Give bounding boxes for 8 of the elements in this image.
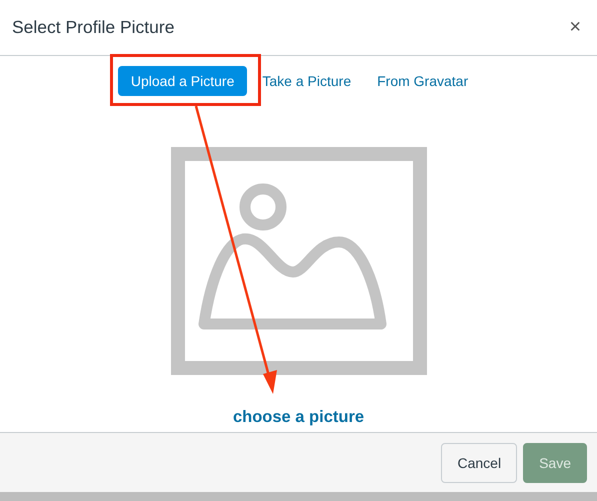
choose-picture-link[interactable]: choose a picture bbox=[232, 408, 364, 427]
close-button[interactable]: × bbox=[565, 16, 585, 39]
tab[interactable]: Take a Picture bbox=[251, 67, 362, 95]
image-placeholder-icon bbox=[170, 147, 426, 375]
tab[interactable]: Upload a Picture bbox=[118, 66, 248, 96]
tab[interactable]: From Gravatar bbox=[366, 67, 480, 95]
cancel-button[interactable]: Cancel bbox=[441, 442, 518, 482]
dialog-title: Select Profile Picture bbox=[12, 17, 174, 38]
